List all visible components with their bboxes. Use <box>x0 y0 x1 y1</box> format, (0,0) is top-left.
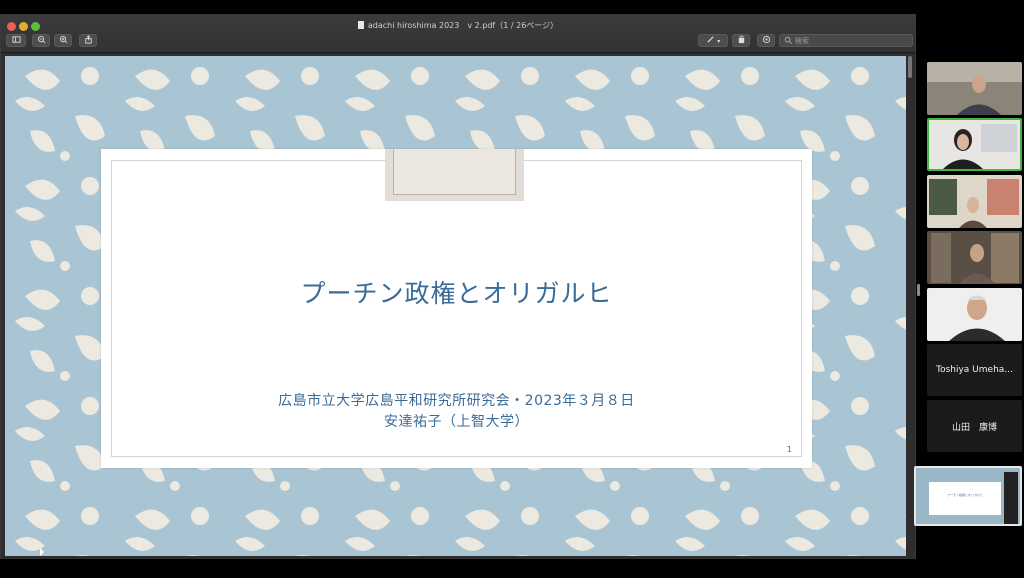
pdf-document-icon <box>357 21 364 29</box>
slide-subtitle-author: 安達祐子（上智大学） <box>384 414 529 430</box>
share-preview-title: プーチン政権とオリガルヒ <box>946 493 983 497</box>
rotate-icon <box>738 35 744 44</box>
participant-name-tile-1[interactable]: Toshiya Umeha... <box>927 344 1022 396</box>
scroll-thumb[interactable] <box>908 56 912 78</box>
title-bar[interactable]: adachi hiroshima 2023 v 2.pdf（1 / 26ページ）… <box>1 15 915 53</box>
window-title: adachi hiroshima 2023 v 2.pdf（1 / 26ページ） <box>1 20 915 31</box>
rotate-button[interactable] <box>732 34 750 47</box>
gallery-resize-handle[interactable] <box>917 284 920 296</box>
share-preview-slide: プーチン政権とオリガルヒ <box>929 482 1001 515</box>
search-field[interactable] <box>779 34 913 47</box>
annotate-button[interactable] <box>757 34 775 47</box>
window-title-text: adachi hiroshima 2023 v 2.pdf（1 / 26ページ） <box>367 21 559 30</box>
participant-video-3[interactable] <box>927 175 1022 228</box>
participant-video-feed <box>927 62 1022 115</box>
participant-name-tile-2[interactable]: 山田 康博 <box>927 400 1022 452</box>
paper-tape-decoration <box>385 149 524 201</box>
zoom-out-icon <box>37 35 45 44</box>
vertical-scrollbar[interactable] <box>907 56 913 556</box>
mouse-cursor-icon <box>40 548 44 556</box>
participant-name: Toshiya Umeha... <box>936 365 1013 375</box>
markup-pen-button[interactable]: ▾ <box>698 34 728 47</box>
share-preview-gallery-strip <box>1004 472 1018 524</box>
share-icon <box>84 35 92 44</box>
markup-circle-icon <box>762 35 770 44</box>
search-icon <box>784 36 792 44</box>
participant-video-1[interactable] <box>927 62 1022 115</box>
tape-inner <box>393 149 516 195</box>
participant-video-feed <box>929 120 1020 169</box>
participant-video-2[interactable] <box>927 118 1022 171</box>
sidebar-icon <box>11 36 21 43</box>
participant-video-feed <box>927 231 1022 284</box>
share-button[interactable] <box>79 34 97 47</box>
participant-video-4[interactable] <box>927 231 1022 284</box>
zoom-in-icon <box>59 35 67 44</box>
sidebar-toggle-button[interactable] <box>6 34 26 47</box>
zoom-out-button[interactable] <box>32 34 50 47</box>
search-input[interactable] <box>795 35 905 46</box>
slide-subtitle-event: 広島市立大学広島平和研究所研究会・2023年３月８日 <box>278 393 635 409</box>
slide-page-number: 1 <box>786 445 792 454</box>
zoom-in-button[interactable] <box>54 34 72 47</box>
participant-name: 山田 康博 <box>951 422 997 433</box>
chevron-down-icon: ▾ <box>717 38 721 45</box>
participant-video-feed <box>927 175 1022 228</box>
document-area[interactable]: プーチン政権とオリガルヒ 広島市立大学広島平和研究所研究会・2023年３月８日 … <box>1 54 915 559</box>
screen-share-preview[interactable]: プーチン政権とオリガルヒ <box>914 466 1022 526</box>
pen-icon <box>707 36 714 43</box>
slide-page: プーチン政権とオリガルヒ 広島市立大学広島平和研究所研究会・2023年３月８日 … <box>5 56 906 556</box>
participant-video-5[interactable] <box>927 288 1022 341</box>
pdf-viewer-window: adachi hiroshima 2023 v 2.pdf（1 / 26ページ）… <box>0 14 916 559</box>
slide-title: プーチン政権とオリガルヒ <box>300 279 613 308</box>
slide-title-card: プーチン政権とオリガルヒ 広島市立大学広島平和研究所研究会・2023年３月８日 … <box>101 149 812 468</box>
participant-video-feed <box>927 288 1022 341</box>
